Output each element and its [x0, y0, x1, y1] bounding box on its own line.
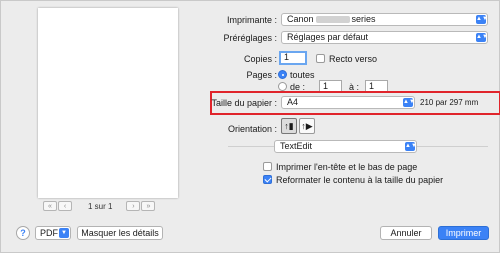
cancel-button[interactable]: Annuler — [380, 226, 432, 240]
copies-label: Copies : — [243, 54, 277, 64]
presets-label: Préréglages : — [223, 33, 277, 43]
duplex-label: Recto verso — [329, 54, 378, 64]
chevron-updown-icon: ▲▼ — [403, 98, 415, 107]
prev-page-button[interactable]: ‹ — [58, 201, 72, 211]
paper-size-value: A4 — [287, 97, 299, 107]
landscape-icon: ↑▶ — [301, 120, 313, 131]
presets-select[interactable]: Réglages par défaut ▲▼ — [281, 31, 488, 44]
app-options-select[interactable]: TextEdit ▲▼ — [274, 140, 417, 153]
orientation-label: Orientation : — [227, 124, 277, 134]
printer-label: Imprimante : — [226, 15, 277, 25]
reformat-checkbox[interactable] — [263, 175, 272, 184]
printer-model-redacted — [315, 16, 350, 24]
pages-all-radio[interactable] — [278, 70, 287, 79]
copies-input[interactable]: 1 — [279, 51, 307, 65]
printer-value-suffix: series — [351, 14, 376, 24]
last-page-button[interactable]: » — [141, 201, 156, 211]
printer-value-prefix: Canon — [287, 14, 314, 24]
chevron-updown-icon: ▲▼ — [405, 142, 417, 151]
print-button[interactable]: Imprimer — [438, 226, 489, 240]
pages-label: Pages : — [246, 70, 277, 80]
pdf-menu-button[interactable]: PDF ▼ — [35, 226, 71, 240]
paper-size-label: Taille du papier : — [211, 98, 277, 108]
app-options-value: TextEdit — [280, 141, 313, 151]
pages-all-label: toutes — [290, 70, 315, 80]
first-page-button[interactable]: « — [43, 201, 57, 211]
paper-size-select[interactable]: A4 ▲▼ — [281, 96, 415, 109]
landscape-orientation-button[interactable]: ↑▶ — [299, 118, 315, 134]
chevron-updown-icon: ▲▼ — [476, 33, 488, 42]
portrait-icon: ↑▮ — [284, 120, 294, 131]
preview-pager: « ‹ 1 sur 1 › » — [43, 200, 156, 212]
print-preview — [38, 8, 178, 198]
chevron-updown-icon: ▲▼ — [476, 15, 488, 24]
hide-details-button[interactable]: Masquer les détails — [77, 226, 163, 240]
header-footer-checkbox[interactable] — [263, 162, 272, 171]
pdf-label: PDF — [40, 228, 58, 238]
portrait-orientation-button[interactable]: ↑▮ — [281, 118, 297, 134]
help-button[interactable]: ? — [16, 226, 30, 240]
pages-range-radio[interactable] — [278, 82, 287, 91]
page-indicator: 1 sur 1 — [88, 201, 113, 211]
reformat-label: Reformater le contenu à la taille du pap… — [276, 175, 444, 185]
paper-dimensions: 210 par 297 mm — [420, 98, 479, 107]
duplex-checkbox[interactable] — [316, 54, 325, 63]
chevron-down-icon: ▼ — [59, 228, 69, 238]
print-dialog: « ‹ 1 sur 1 › » Imprimante : Canon series… — [0, 0, 500, 253]
presets-value: Réglages par défaut — [287, 32, 369, 42]
header-footer-label: Imprimer l'en-tête et le bas de page — [276, 162, 418, 172]
next-page-button[interactable]: › — [126, 201, 141, 211]
printer-select[interactable]: Canon series ▲▼ — [281, 13, 488, 26]
